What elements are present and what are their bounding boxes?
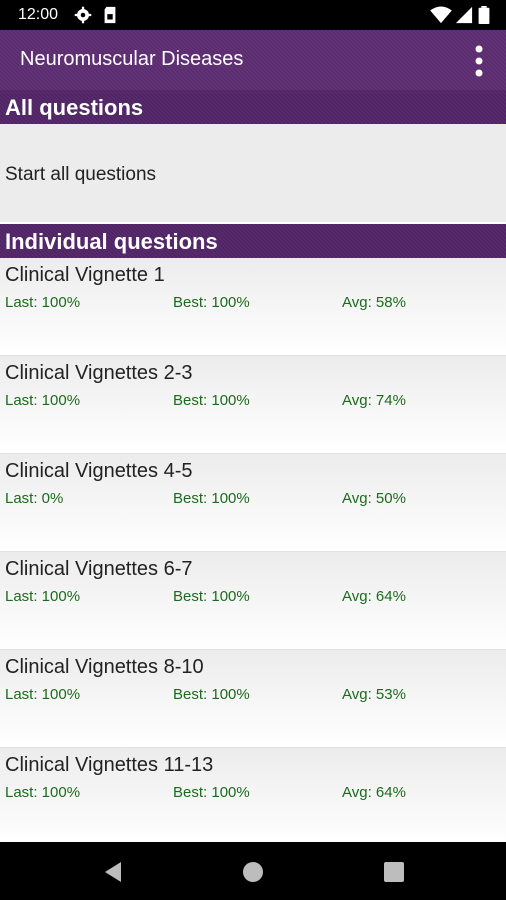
item-title: Clinical Vignettes 2-3 bbox=[5, 362, 193, 384]
section-title: All questions bbox=[5, 95, 144, 120]
section-header-all: All questions bbox=[0, 90, 506, 124]
list-item[interactable]: Clinical Vignette 1 Last: 100% Best: 100… bbox=[0, 258, 506, 356]
list-item[interactable]: Clinical Vignettes 6-7 Last: 100% Best: … bbox=[0, 552, 506, 650]
stat-last: Last: 100% bbox=[5, 588, 81, 605]
stat-best: Best: 100% bbox=[173, 784, 250, 801]
overflow-menu-icon[interactable] bbox=[472, 44, 486, 78]
app-bar: Neuromuscular Diseases bbox=[0, 30, 506, 90]
status-bar: 12:00 bbox=[0, 0, 506, 30]
stat-last: Last: 100% bbox=[5, 392, 81, 409]
item-title: Clinical Vignettes 4-5 bbox=[5, 460, 193, 482]
item-title: Clinical Vignettes 6-7 bbox=[5, 558, 193, 580]
section-title: Individual questions bbox=[5, 229, 218, 254]
stat-last: Last: 100% bbox=[5, 784, 81, 801]
item-title: Clinical Vignettes 11-13 bbox=[5, 754, 214, 776]
list-item[interactable]: Clinical Vignettes 4-5 Last: 0% Best: 10… bbox=[0, 454, 506, 552]
stat-avg: Avg: 58% bbox=[342, 294, 406, 311]
home-icon[interactable] bbox=[241, 860, 265, 884]
app-title: Neuromuscular Diseases bbox=[20, 48, 244, 70]
settings-icon bbox=[74, 6, 92, 24]
wifi-icon bbox=[430, 6, 452, 24]
stat-avg: Avg: 64% bbox=[342, 784, 406, 801]
start-all-label: Start all questions bbox=[5, 164, 157, 185]
status-time: 12:00 bbox=[18, 6, 59, 23]
item-title: Clinical Vignettes 8-10 bbox=[5, 656, 204, 678]
sim-card-icon bbox=[104, 6, 116, 24]
stat-best: Best: 100% bbox=[173, 588, 250, 605]
recents-icon[interactable] bbox=[382, 860, 406, 884]
signal-icon bbox=[455, 6, 473, 24]
section-header-individual: Individual questions bbox=[0, 224, 506, 258]
navigation-bar bbox=[0, 842, 506, 900]
stat-avg: Avg: 53% bbox=[342, 686, 406, 703]
battery-icon bbox=[478, 6, 490, 24]
list-item[interactable]: Clinical Vignettes 11-13 Last: 100% Best… bbox=[0, 748, 506, 846]
list-item[interactable]: Clinical Vignettes 2-3 Last: 100% Best: … bbox=[0, 356, 506, 454]
stat-last: Last: 0% bbox=[5, 490, 64, 507]
back-icon[interactable] bbox=[101, 860, 125, 884]
list-item[interactable]: Clinical Vignettes 8-10 Last: 100% Best:… bbox=[0, 650, 506, 748]
stat-last: Last: 100% bbox=[5, 686, 81, 703]
stat-avg: Avg: 74% bbox=[342, 392, 406, 409]
stat-best: Best: 100% bbox=[173, 294, 250, 311]
stat-last: Last: 100% bbox=[5, 294, 81, 311]
stat-avg: Avg: 50% bbox=[342, 490, 406, 507]
stat-avg: Avg: 64% bbox=[342, 588, 406, 605]
start-all-questions-button[interactable]: Start all questions bbox=[0, 124, 506, 222]
question-list: Clinical Vignette 1 Last: 100% Best: 100… bbox=[0, 258, 506, 846]
stat-best: Best: 100% bbox=[173, 490, 250, 507]
item-title: Clinical Vignette 1 bbox=[5, 264, 165, 286]
stat-best: Best: 100% bbox=[173, 392, 250, 409]
stat-best: Best: 100% bbox=[173, 686, 250, 703]
